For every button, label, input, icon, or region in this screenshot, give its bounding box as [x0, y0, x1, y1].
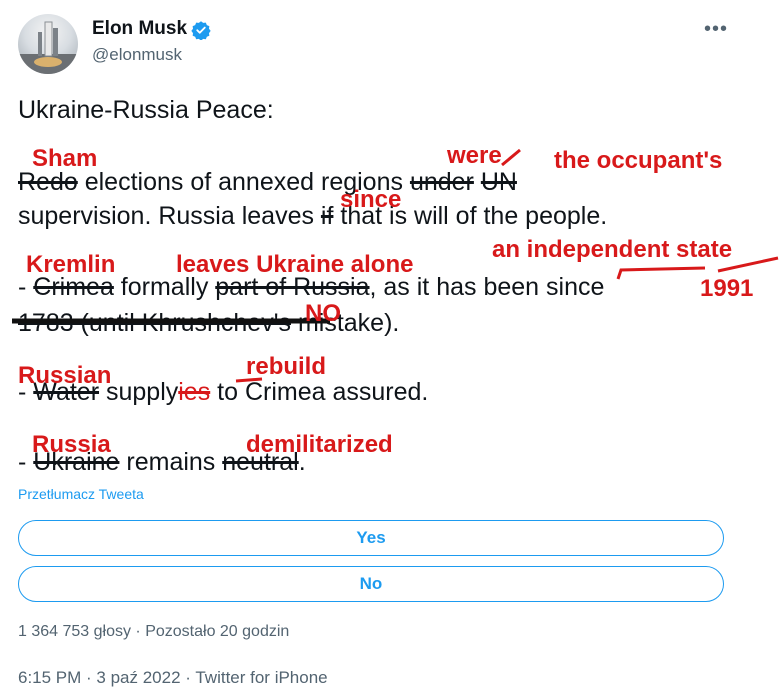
poll-meta: 1 364 753 głosy · Pozostało 20 godzin [18, 623, 290, 640]
translate-tweet-link[interactable]: Przetłumacz Tweeta [18, 486, 144, 502]
annotation-sham: Sham [32, 145, 98, 172]
annotation-leaves-ukraine-alone: leaves Ukraine alone [176, 251, 414, 278]
tweet-timestamp[interactable]: 6:15 PM · 3 paź 2022 · Twitter for iPhon… [18, 668, 328, 688]
annotation-1991: 1991 [700, 275, 754, 302]
annotation-occupant: the occupant's [554, 147, 723, 174]
annotation-demilitarized: demilitarized [246, 431, 393, 458]
annotation-russian: Russian [18, 362, 112, 389]
annotation-were: were [447, 142, 502, 169]
annotation-russia: Russia [32, 431, 111, 458]
red-stroke-mark [501, 148, 521, 167]
poll-option-no[interactable]: No [18, 566, 724, 602]
annotation-independent-state: an independent state [492, 236, 733, 263]
annotation-since: since [340, 186, 402, 213]
annotation-no: NO [305, 300, 341, 327]
annotation-kremlin: Kremlin [26, 251, 116, 278]
red-bracket-mark [616, 266, 706, 280]
poll-option-yes[interactable]: Yes [18, 520, 724, 556]
annotation-rebuild: rebuild [246, 353, 327, 380]
